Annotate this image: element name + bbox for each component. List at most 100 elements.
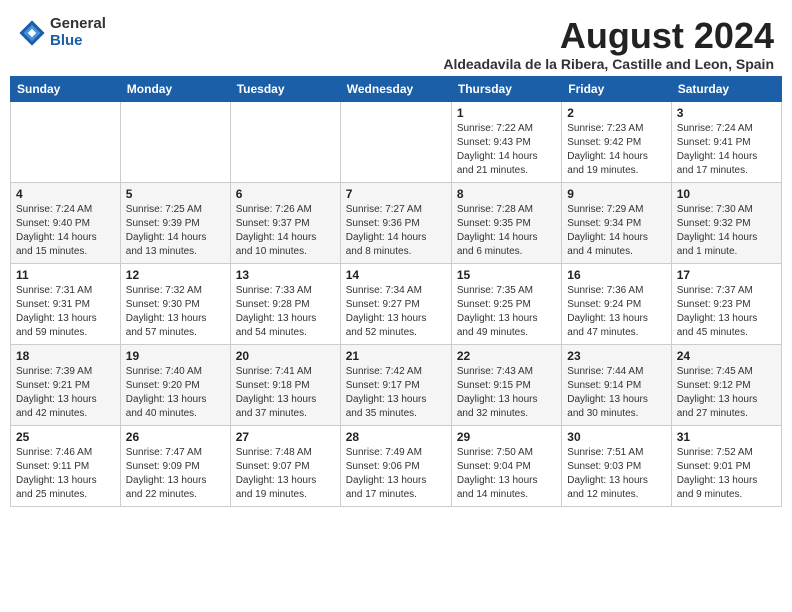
table-row: 6 Sunrise: 7:26 AM Sunset: 9:37 PM Daylig…	[230, 182, 340, 263]
day-number: 20	[236, 349, 335, 363]
day-number: 19	[126, 349, 225, 363]
day-number: 5	[126, 187, 225, 201]
table-row: 24Sunrise: 7:45 AM Sunset: 9:12 PM Dayli…	[671, 344, 781, 425]
day-number: 6	[236, 187, 335, 201]
table-row	[120, 101, 230, 182]
day-info: Sunrise: 7:24 AM Sunset: 9:40 PM Dayligh…	[16, 203, 115, 259]
col-saturday: Saturday	[671, 76, 781, 101]
day-number: 8	[457, 187, 556, 201]
table-row: 10 Sunrise: 7:30 AM Sunset: 9:32 PM Dayli…	[671, 182, 781, 263]
day-info: Sunrise: 7:46 AM Sunset: 9:11 PM Dayligh…	[16, 446, 115, 502]
title-section: August 2024 Aldeadavila de la Ribera, Ca…	[443, 16, 774, 72]
calendar-week-row: 18 Sunrise: 7:39 AM Sunset: 9:21 PM Dayli…	[11, 344, 782, 425]
day-number: 14	[346, 268, 446, 282]
col-friday: Friday	[562, 76, 671, 101]
table-row: 28 Sunrise: 7:49 AM Sunset: 9:06 PM Dayli…	[340, 425, 451, 506]
day-number: 22	[457, 349, 556, 363]
day-number: 11	[16, 268, 115, 282]
col-thursday: Thursday	[451, 76, 561, 101]
day-info: Sunrise: 7:41 AM Sunset: 9:18 PM Dayligh…	[236, 365, 335, 421]
table-row: 9 Sunrise: 7:29 AM Sunset: 9:34 PM Daylig…	[562, 182, 671, 263]
table-row	[340, 101, 451, 182]
day-info: Sunrise: 7:27 AM Sunset: 9:36 PM Dayligh…	[346, 203, 446, 259]
logo: General Blue	[18, 16, 106, 49]
table-row: 19 Sunrise: 7:40 AM Sunset: 9:20 PM Dayli…	[120, 344, 230, 425]
day-info: Sunrise: 7:48 AM Sunset: 9:07 PM Dayligh…	[236, 446, 335, 502]
table-row: 8 Sunrise: 7:28 AM Sunset: 9:35 PM Daylig…	[451, 182, 561, 263]
table-row: 21Sunrise: 7:42 AM Sunset: 9:17 PM Dayli…	[340, 344, 451, 425]
day-info: Sunrise: 7:25 AM Sunset: 9:39 PM Dayligh…	[126, 203, 225, 259]
day-info: Sunrise: 7:37 AM Sunset: 9:23 PM Dayligh…	[677, 284, 776, 340]
day-info: Sunrise: 7:49 AM Sunset: 9:06 PM Dayligh…	[346, 446, 446, 502]
table-row	[230, 101, 340, 182]
logo-general: General	[50, 16, 106, 33]
day-info: Sunrise: 7:22 AM Sunset: 9:43 PM Dayligh…	[457, 122, 556, 178]
table-row: 30 Sunrise: 7:51 AM Sunset: 9:03 PM Dayli…	[562, 425, 671, 506]
location-subtitle: Aldeadavila de la Ribera, Castille and L…	[443, 56, 774, 72]
table-row: 11Sunrise: 7:31 AM Sunset: 9:31 PM Dayli…	[11, 263, 121, 344]
day-number: 30	[567, 430, 665, 444]
day-number: 18	[16, 349, 115, 363]
calendar-week-row: 11Sunrise: 7:31 AM Sunset: 9:31 PM Dayli…	[11, 263, 782, 344]
day-number: 26	[126, 430, 225, 444]
day-number: 15	[457, 268, 556, 282]
day-info: Sunrise: 7:47 AM Sunset: 9:09 PM Dayligh…	[126, 446, 225, 502]
day-info: Sunrise: 7:28 AM Sunset: 9:35 PM Dayligh…	[457, 203, 556, 259]
col-wednesday: Wednesday	[340, 76, 451, 101]
day-info: Sunrise: 7:23 AM Sunset: 9:42 PM Dayligh…	[567, 122, 665, 178]
day-info: Sunrise: 7:45 AM Sunset: 9:12 PM Dayligh…	[677, 365, 776, 421]
table-row: 5 Sunrise: 7:25 AM Sunset: 9:39 PM Daylig…	[120, 182, 230, 263]
table-row: 1 Sunrise: 7:22 AM Sunset: 9:43 PM Daylig…	[451, 101, 561, 182]
month-year-title: August 2024	[443, 16, 774, 56]
table-row: 4 Sunrise: 7:24 AM Sunset: 9:40 PM Daylig…	[11, 182, 121, 263]
table-row: 3Sunrise: 7:24 AM Sunset: 9:41 PM Daylig…	[671, 101, 781, 182]
day-number: 9	[567, 187, 665, 201]
day-info: Sunrise: 7:39 AM Sunset: 9:21 PM Dayligh…	[16, 365, 115, 421]
day-number: 7	[346, 187, 446, 201]
day-number: 12	[126, 268, 225, 282]
day-number: 28	[346, 430, 446, 444]
table-row: 18 Sunrise: 7:39 AM Sunset: 9:21 PM Dayli…	[11, 344, 121, 425]
day-info: Sunrise: 7:36 AM Sunset: 9:24 PM Dayligh…	[567, 284, 665, 340]
day-info: Sunrise: 7:29 AM Sunset: 9:34 PM Dayligh…	[567, 203, 665, 259]
table-row: 15Sunrise: 7:35 AM Sunset: 9:25 PM Dayli…	[451, 263, 561, 344]
day-number: 16	[567, 268, 665, 282]
table-row: 17 Sunrise: 7:37 AM Sunset: 9:23 PM Dayli…	[671, 263, 781, 344]
table-row	[11, 101, 121, 182]
day-info: Sunrise: 7:26 AM Sunset: 9:37 PM Dayligh…	[236, 203, 335, 259]
day-info: Sunrise: 7:51 AM Sunset: 9:03 PM Dayligh…	[567, 446, 665, 502]
day-number: 1	[457, 106, 556, 120]
table-row: 26 Sunrise: 7:47 AM Sunset: 9:09 PM Dayli…	[120, 425, 230, 506]
table-row: 29 Sunrise: 7:50 AM Sunset: 9:04 PM Dayli…	[451, 425, 561, 506]
day-number: 10	[677, 187, 776, 201]
calendar-week-row: 25Sunrise: 7:46 AM Sunset: 9:11 PM Dayli…	[11, 425, 782, 506]
day-number: 3	[677, 106, 776, 120]
table-row: 7 Sunrise: 7:27 AM Sunset: 9:36 PM Daylig…	[340, 182, 451, 263]
day-number: 29	[457, 430, 556, 444]
day-info: Sunrise: 7:50 AM Sunset: 9:04 PM Dayligh…	[457, 446, 556, 502]
table-row: 22 Sunrise: 7:43 AM Sunset: 9:15 PM Dayli…	[451, 344, 561, 425]
day-info: Sunrise: 7:52 AM Sunset: 9:01 PM Dayligh…	[677, 446, 776, 502]
day-number: 17	[677, 268, 776, 282]
day-info: Sunrise: 7:32 AM Sunset: 9:30 PM Dayligh…	[126, 284, 225, 340]
table-row: 13Sunrise: 7:33 AM Sunset: 9:28 PM Dayli…	[230, 263, 340, 344]
logo-blue: Blue	[50, 33, 106, 50]
page-header: General Blue August 2024 Aldeadavila de …	[10, 10, 782, 72]
day-number: 27	[236, 430, 335, 444]
table-row: 25Sunrise: 7:46 AM Sunset: 9:11 PM Dayli…	[11, 425, 121, 506]
table-row: 31 Sunrise: 7:52 AM Sunset: 9:01 PM Dayli…	[671, 425, 781, 506]
calendar-table: Sunday Monday Tuesday Wednesday Thursday…	[10, 76, 782, 507]
day-info: Sunrise: 7:40 AM Sunset: 9:20 PM Dayligh…	[126, 365, 225, 421]
day-number: 31	[677, 430, 776, 444]
day-number: 4	[16, 187, 115, 201]
day-info: Sunrise: 7:30 AM Sunset: 9:32 PM Dayligh…	[677, 203, 776, 259]
col-sunday: Sunday	[11, 76, 121, 101]
logo-text: General Blue	[50, 16, 106, 49]
day-info: Sunrise: 7:33 AM Sunset: 9:28 PM Dayligh…	[236, 284, 335, 340]
col-tuesday: Tuesday	[230, 76, 340, 101]
day-info: Sunrise: 7:42 AM Sunset: 9:17 PM Dayligh…	[346, 365, 446, 421]
calendar-week-row: 1 Sunrise: 7:22 AM Sunset: 9:43 PM Daylig…	[11, 101, 782, 182]
table-row: 12 Sunrise: 7:32 AM Sunset: 9:30 PM Dayli…	[120, 263, 230, 344]
day-info: Sunrise: 7:43 AM Sunset: 9:15 PM Dayligh…	[457, 365, 556, 421]
col-monday: Monday	[120, 76, 230, 101]
